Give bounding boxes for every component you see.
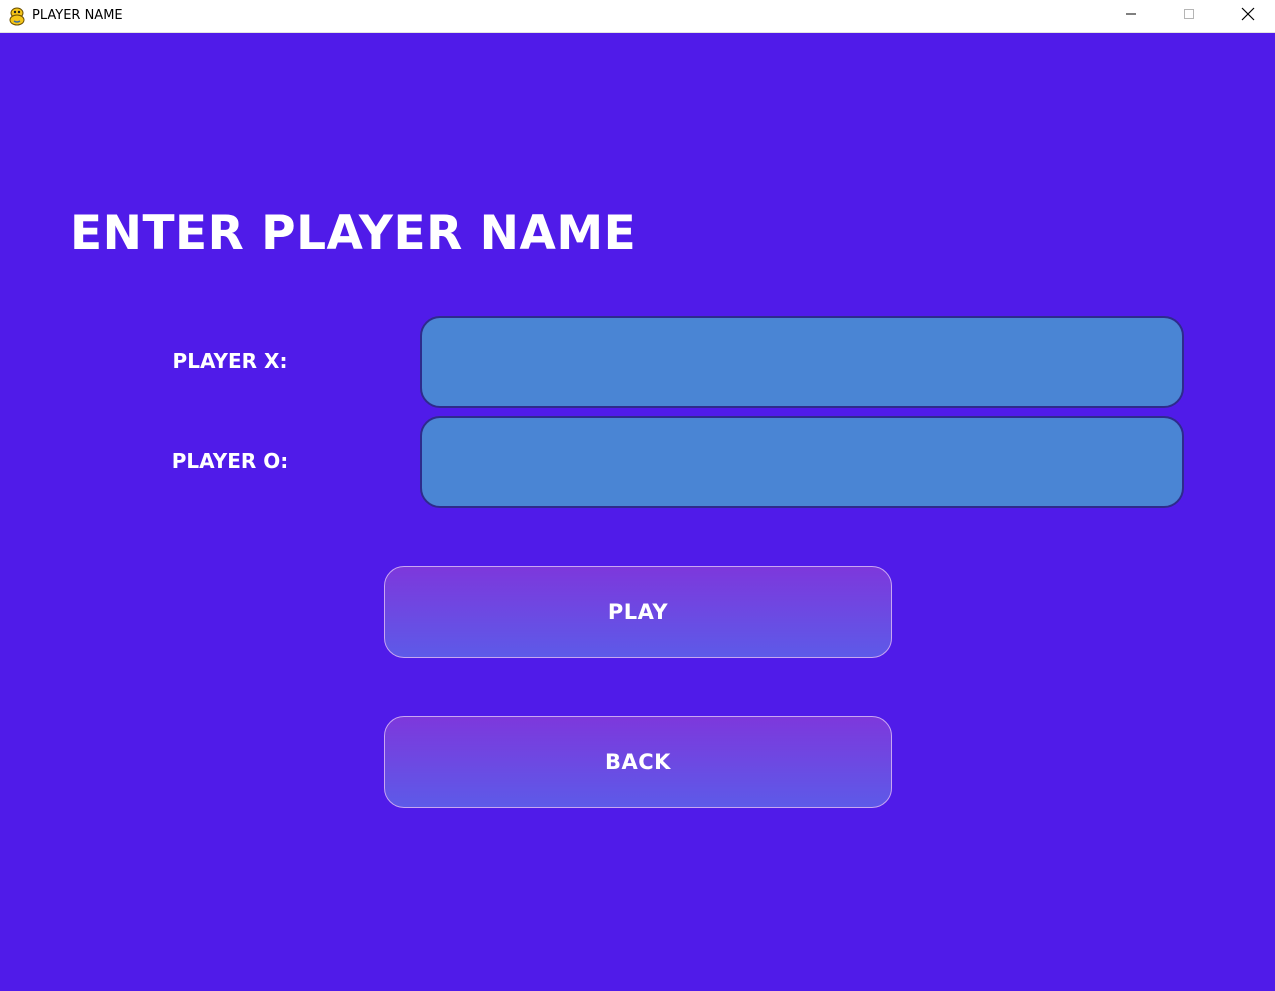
close-button[interactable] — [1225, 0, 1271, 32]
back-button-label: BACK — [605, 750, 671, 774]
page-title: ENTER PLAYER NAME — [70, 206, 637, 261]
close-icon — [1241, 7, 1255, 26]
maximize-button[interactable] — [1166, 0, 1212, 32]
play-button-label: PLAY — [607, 600, 669, 624]
back-button[interactable]: BACK — [384, 716, 892, 808]
window-title: PLAYER NAME — [32, 8, 123, 23]
minimize-button[interactable] — [1108, 0, 1154, 32]
player-o-label: PLAYER O: — [171, 449, 289, 473]
play-button[interactable]: PLAY — [384, 566, 892, 658]
title-bar[interactable]: PLAYER NAME — [0, 0, 1275, 33]
game-window: PLAYER NAME ENTER PLAYER NAME PLAYER X: … — [0, 0, 1275, 991]
minimize-icon — [1125, 7, 1137, 25]
player-o-name-input[interactable] — [420, 416, 1184, 508]
python-snake-icon — [8, 6, 26, 26]
maximize-icon — [1183, 7, 1195, 25]
player-x-name-input[interactable] — [420, 316, 1184, 408]
player-x-label: PLAYER X: — [172, 349, 288, 373]
